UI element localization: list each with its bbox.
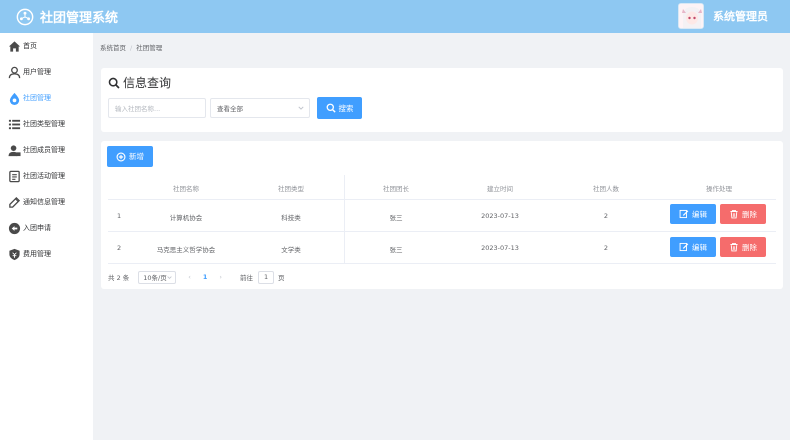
- list-icon: [8, 118, 21, 131]
- cell-name: 马克思主义哲学协会: [156, 246, 216, 254]
- cell-index: 1: [117, 212, 122, 220]
- table-row: 1 计算机协会 科技类 张三 2023-07-13 2 编辑 删除: [108, 200, 776, 232]
- section-title-text: 信息查询: [123, 76, 172, 90]
- page-size-value: 10条/页: [143, 274, 167, 282]
- user-menu[interactable]: 系统管理员: [678, 3, 768, 29]
- top-header: 社团管理系统 系统管理员: [0, 0, 790, 33]
- apply-icon: [8, 222, 21, 235]
- chevron-down-icon: [167, 276, 172, 279]
- sidebar-item-activities[interactable]: 社团活动管理: [0, 163, 93, 189]
- money-icon: [8, 248, 21, 261]
- app-title: 社团管理系统: [40, 11, 119, 26]
- trash-icon: [730, 209, 738, 219]
- sidebar: 首页 用户管理 社团管理 社团类型管理 社团成员管理 社团活动管理 通知信息管理…: [0, 33, 93, 440]
- search-card: 信息查询 输入社团名称... 查看全部 搜索: [101, 68, 783, 132]
- delete-button[interactable]: 删除: [720, 237, 766, 257]
- pagination-total: 共 2 条: [108, 274, 130, 282]
- sidebar-item-applications[interactable]: 入团申请: [0, 215, 93, 241]
- club-name-input[interactable]: 输入社团名称...: [108, 98, 206, 118]
- cell-created: 2023-07-13: [481, 244, 519, 252]
- chevron-down-icon: [298, 106, 304, 110]
- search-button-label: 搜索: [338, 103, 354, 113]
- edit-button-label: 编辑: [692, 209, 707, 219]
- sidebar-item-label: 社团管理: [23, 94, 51, 102]
- cell-type: 科技类: [281, 214, 301, 222]
- breadcrumb-home[interactable]: 系统首页: [100, 44, 126, 52]
- sidebar-item-home[interactable]: 首页: [0, 33, 93, 59]
- add-icon: [116, 152, 126, 161]
- cell-created: 2023-07-13: [481, 212, 519, 220]
- table-row: 2 马克思主义哲学协会 文学类 张三 2023-07-13 2 编辑 删除: [108, 232, 776, 264]
- sidebar-item-label: 通知信息管理: [23, 198, 65, 206]
- breadcrumb-current: 社团管理: [136, 44, 163, 52]
- column-header: 社团团长: [383, 185, 409, 193]
- page-number[interactable]: 1: [203, 273, 208, 281]
- column-header: 社团名称: [173, 185, 199, 193]
- goto-unit: 页: [278, 274, 285, 282]
- section-title: 信息查询: [108, 74, 171, 91]
- edit-button-label: 编辑: [692, 242, 707, 252]
- sidebar-item-label: 用户管理: [23, 68, 51, 76]
- add-button-label: 新增: [129, 152, 144, 161]
- edit-icon: [679, 209, 689, 219]
- delete-button-label: 删除: [742, 209, 757, 219]
- goto-page-input[interactable]: 1: [258, 270, 275, 284]
- home-icon: [8, 40, 21, 53]
- page-size-select[interactable]: 10条/页: [138, 270, 177, 284]
- table-header: 社团名称 社团类型 社团团长 建立时间 社团人数 操作处理: [108, 175, 776, 200]
- sidebar-item-label: 入团申请: [23, 224, 51, 232]
- sidebar-item-club-types[interactable]: 社团类型管理: [0, 111, 93, 137]
- column-header: 社团人数: [593, 185, 619, 193]
- cell-index: 2: [117, 244, 122, 252]
- search-icon: [108, 77, 120, 89]
- user-name[interactable]: 系统管理员: [713, 8, 768, 24]
- cell-leader: 张三: [389, 246, 403, 254]
- delete-button-label: 删除: [742, 242, 757, 252]
- add-button[interactable]: 新增: [107, 146, 153, 167]
- cell-members: 2: [603, 212, 609, 220]
- search-button[interactable]: 搜索: [317, 97, 362, 119]
- sidebar-item-label: 社团类型管理: [23, 120, 65, 128]
- cell-leader: 张三: [389, 214, 403, 222]
- column-header: 社团类型: [278, 185, 304, 193]
- sidebar-item-members[interactable]: 社团成员管理: [0, 137, 93, 163]
- sidebar-item-label: 社团活动管理: [23, 172, 65, 180]
- member-icon: [8, 144, 21, 157]
- sidebar-item-notices[interactable]: 通知信息管理: [0, 189, 93, 215]
- table-card: 新增 社团名称 社团类型 社团团长 建立时间 社团人数 操作处理 1 计算机协会…: [101, 141, 783, 289]
- club-type-select-value: 查看全部: [217, 105, 243, 113]
- next-page-button[interactable]: ›: [219, 273, 222, 281]
- sidebar-item-label: 社团成员管理: [23, 146, 65, 154]
- sidebar-item-label: 首页: [23, 42, 37, 50]
- drop-icon: [8, 92, 21, 105]
- notice-icon: [8, 196, 21, 209]
- sidebar-item-users[interactable]: 用户管理: [0, 59, 93, 85]
- search-icon: [326, 103, 336, 113]
- sidebar-item-label: 费用管理: [23, 250, 51, 258]
- cell-members: 2: [603, 244, 609, 252]
- edit-button[interactable]: 编辑: [670, 204, 716, 224]
- edit-button[interactable]: 编辑: [670, 237, 716, 257]
- cell-type: 文学类: [281, 246, 301, 254]
- prev-page-button[interactable]: ‹: [188, 273, 191, 281]
- logo-icon: [16, 8, 34, 25]
- goto-label: 前往: [240, 274, 254, 282]
- delete-button[interactable]: 删除: [720, 204, 766, 224]
- sidebar-item-fees[interactable]: 费用管理: [0, 241, 93, 267]
- pagination: 共 2 条 10条/页 ‹ 1 › 前往 1 页: [108, 270, 285, 284]
- column-header: 建立时间: [487, 185, 513, 193]
- avatar[interactable]: [678, 3, 704, 29]
- trash-icon: [730, 242, 738, 252]
- sidebar-item-clubs[interactable]: 社团管理: [0, 85, 93, 111]
- cell-name: 计算机协会: [169, 214, 203, 222]
- user-icon: [8, 66, 21, 79]
- breadcrumb: 系统首页 / 社团管理: [100, 42, 162, 52]
- club-type-select[interactable]: 查看全部: [210, 98, 310, 118]
- edit-icon: [679, 242, 689, 252]
- activity-icon: [8, 170, 21, 183]
- column-header: 操作处理: [706, 185, 732, 193]
- breadcrumb-separator: /: [130, 44, 133, 52]
